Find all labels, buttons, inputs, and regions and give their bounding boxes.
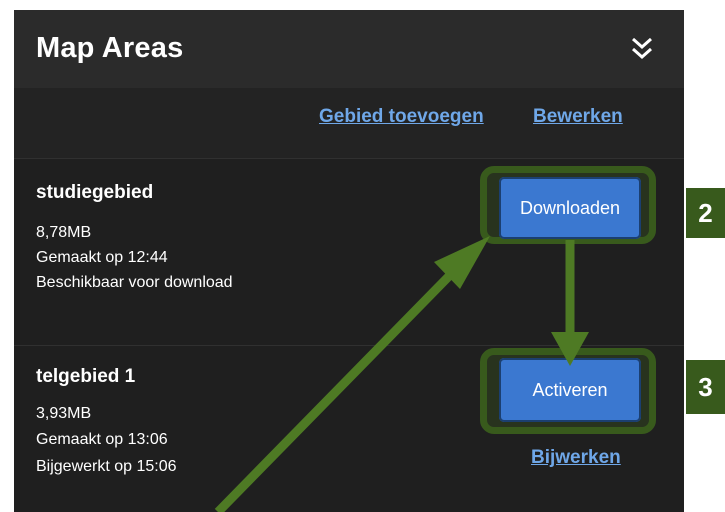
activate-button[interactable]: Activeren [499, 358, 641, 422]
download-button[interactable]: Downloaden [499, 177, 641, 239]
area-size: 3,93MB [36, 405, 92, 422]
step-badge: 2 [686, 188, 725, 238]
page-title: Map Areas [36, 32, 184, 64]
edit-link[interactable]: Bewerken [533, 106, 623, 128]
divider [14, 158, 684, 159]
area-name: telgebied 1 [36, 366, 136, 387]
area-size: 8,78MB [36, 224, 92, 241]
add-area-link[interactable]: Gebied toevoegen [319, 106, 484, 128]
area-updated: Bijgewerkt op 15:06 [36, 458, 177, 475]
area-created: Gemaakt op 12:44 [36, 249, 168, 266]
update-link[interactable]: Bijwerken [531, 447, 621, 469]
area-status: Beschikbaar voor download [36, 274, 233, 291]
divider [14, 345, 684, 346]
double-chevron-down-icon[interactable] [630, 36, 654, 62]
area-name: studiegebied [36, 182, 154, 203]
screenshot-page: Map Areas Gebied toevoegen Bewerken stud… [0, 0, 725, 512]
panel-header: Map Areas [14, 10, 684, 88]
step-badge: 3 [686, 360, 725, 414]
area-created: Gemaakt op 13:06 [36, 431, 168, 448]
